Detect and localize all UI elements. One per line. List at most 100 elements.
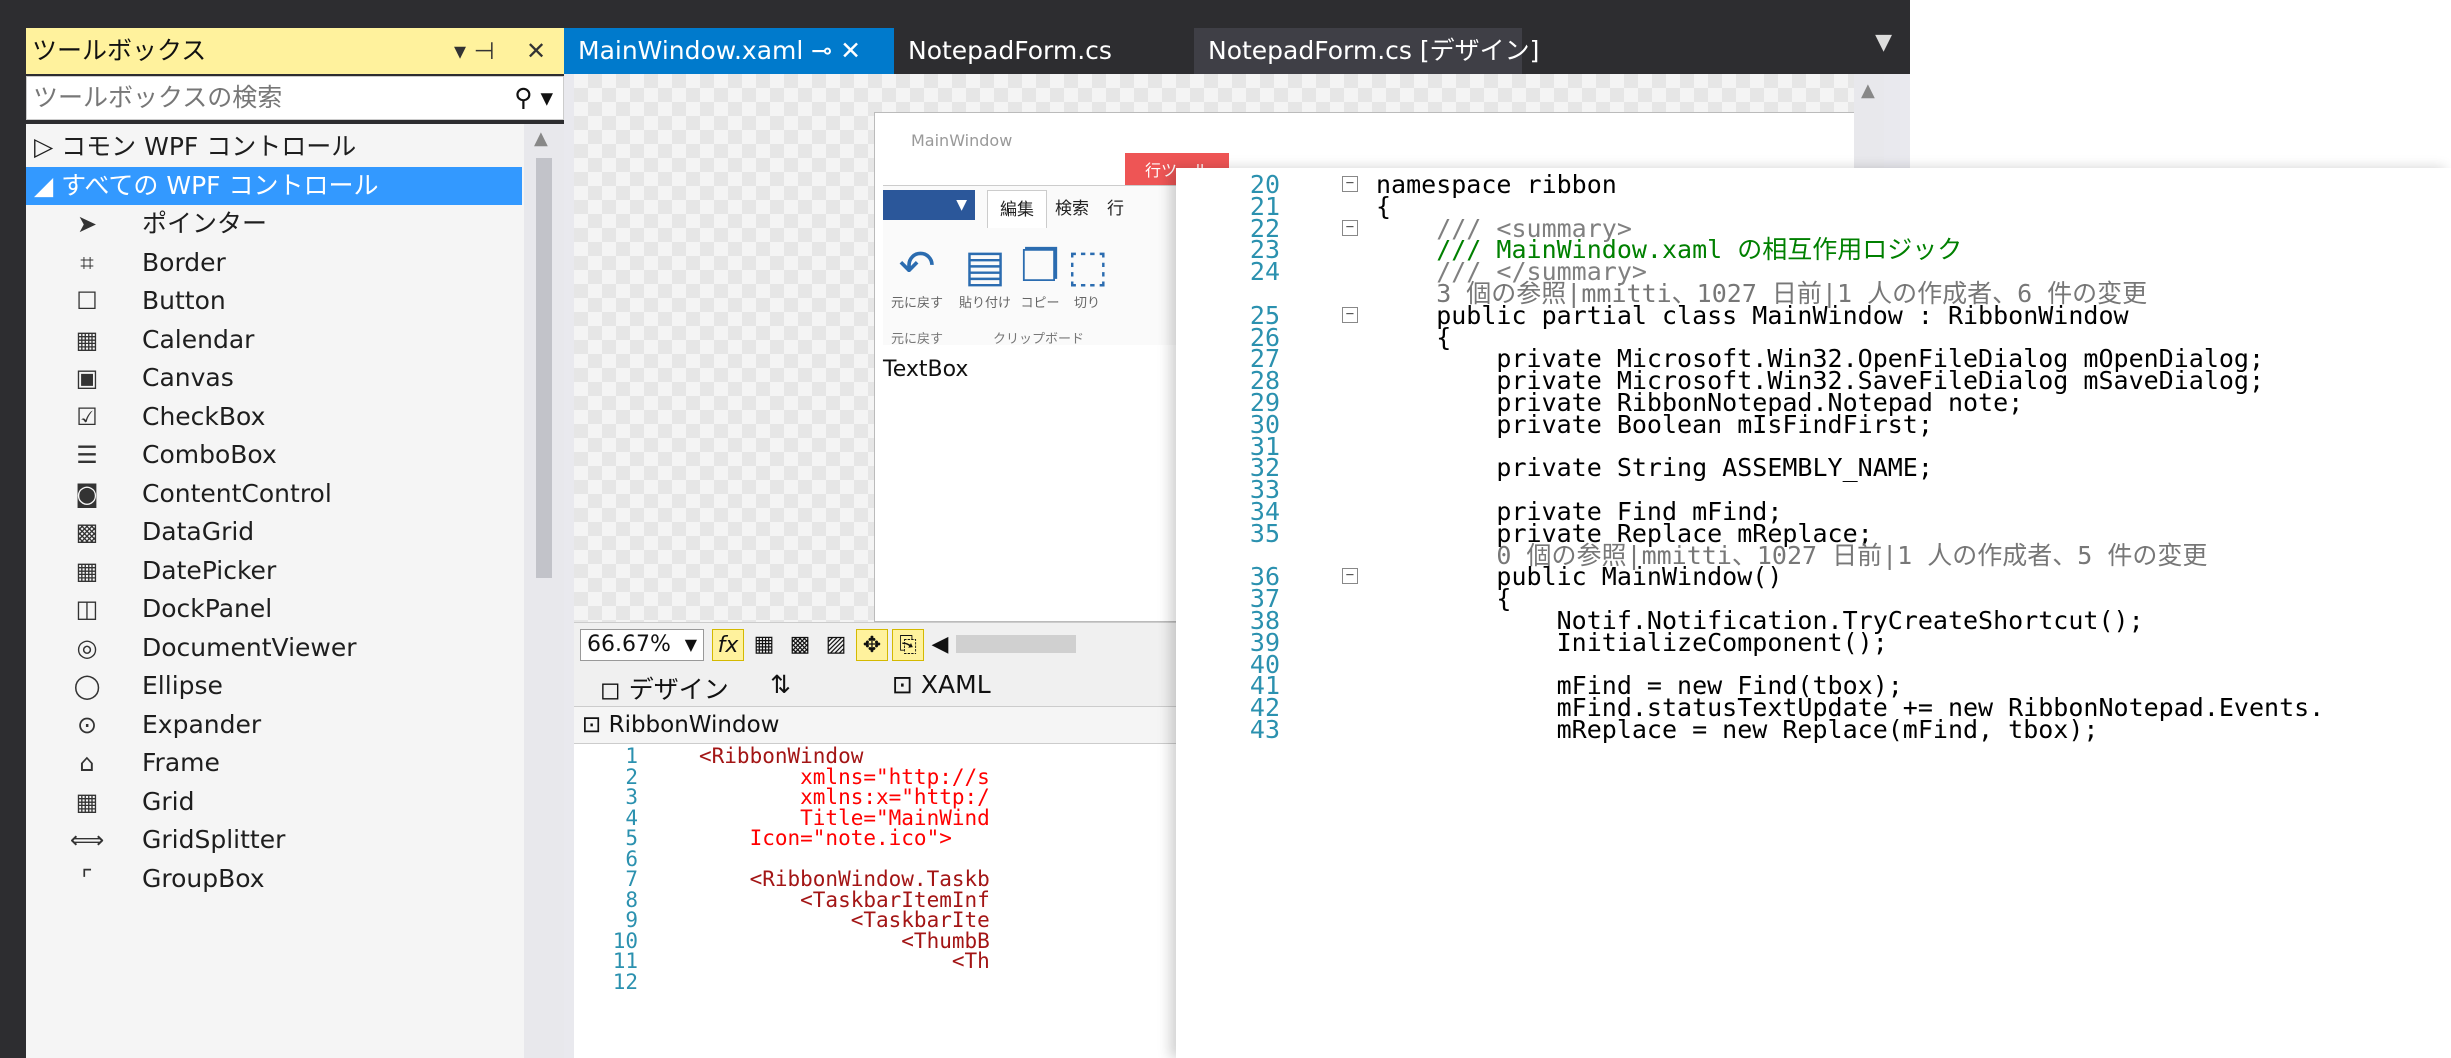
copy-icon: ❐ xyxy=(1020,241,1060,292)
collapse-icon[interactable]: − xyxy=(1342,568,1358,585)
line-number: 43 xyxy=(1249,715,1280,744)
cut-button[interactable]: ⬚ 切り xyxy=(1067,241,1109,312)
line-number: 24 xyxy=(1249,257,1280,287)
code-text: mReplace = new Replace(mFind, tbox); xyxy=(1376,715,2099,744)
toolbox-item-label: ポインター xyxy=(142,209,268,238)
snap-grid-icon[interactable]: ▩ xyxy=(784,629,816,661)
pointer-icon: ➤ xyxy=(76,210,98,238)
tab-notepadform-design[interactable]: NotepadForm.cs [デザイン] xyxy=(1194,28,1539,74)
scroll-left-icon[interactable]: ◀ xyxy=(924,629,956,661)
toolbox-item[interactable]: ⌜ GroupBox xyxy=(26,860,522,898)
paste-button[interactable]: ▤ 貼り付け xyxy=(955,242,1015,312)
horizontal-scrollbar[interactable] xyxy=(956,635,1076,653)
toolbox-item-label: Frame xyxy=(142,748,220,777)
toolbox-item[interactable]: ▩ DataGrid xyxy=(26,513,522,551)
toolbox-item-label: Calendar xyxy=(142,324,255,354)
tab-notepadform-cs[interactable]: NotepadForm.cs xyxy=(894,28,1194,74)
ribbon-tab-edit[interactable]: 編集 xyxy=(987,190,1047,228)
toolbox-item[interactable]: ▦ DatePicker xyxy=(26,552,522,590)
toolbox-item[interactable]: ⟺ GridSplitter xyxy=(26,821,522,859)
toolbox-item[interactable]: ☐ Button xyxy=(26,282,522,320)
scroll-thumb[interactable] xyxy=(536,158,552,578)
window-title: MainWindow xyxy=(911,131,1013,150)
canvas-icon: ▣ xyxy=(75,364,99,392)
collapse-icon[interactable]: − xyxy=(1342,306,1358,323)
textbox-preview[interactable]: TextBox xyxy=(883,357,968,382)
grid-icon[interactable]: ▦ xyxy=(748,629,780,661)
checkbox-icon: ☑ xyxy=(76,402,98,431)
line-number: 3 xyxy=(625,785,638,809)
zoom-select[interactable]: 66.67% ▼ xyxy=(580,629,704,661)
toolbox-item[interactable]: ⌂ Frame xyxy=(26,744,522,782)
toolbox-item[interactable]: ▣ Canvas xyxy=(26,359,522,397)
code-line: 36− public MainWindow() xyxy=(1176,564,2451,589)
toolbox-scrollbar[interactable]: ▲ xyxy=(524,124,564,1058)
toolbox-search-input[interactable]: ツールボックスの検索 ⚲ ▾ xyxy=(26,76,564,120)
xaml-code: xmlns="http://s xyxy=(699,764,990,789)
toolbox-item[interactable]: ▦ Grid xyxy=(26,783,522,821)
toolbox-category[interactable]: ▷ コモン WPF コントロール xyxy=(26,128,522,166)
search-icon[interactable]: ⚲ ▾ xyxy=(514,77,553,119)
toolbox-item[interactable]: ☑ CheckBox xyxy=(26,398,522,436)
cut-icon: ⬚ xyxy=(1067,241,1109,292)
toolbox-item[interactable]: ⊙ Expander xyxy=(26,706,522,744)
pin-icon[interactable]: ▾ ⊣ xyxy=(454,28,495,74)
undo-button[interactable]: ↶ 元に戻す xyxy=(887,242,947,312)
document-tab-bar: MainWindow.xaml ⊸ ✕ NotepadForm.cs Notep… xyxy=(564,0,1910,74)
code-editor-window[interactable]: 20− namespace ribbon 21{22− /// <summary> 2… xyxy=(1176,168,2451,1058)
toolbox-item[interactable]: ☰ ComboBox xyxy=(26,436,522,474)
copy-button[interactable]: ❐ コピー xyxy=(1015,241,1065,312)
line-number: 7 xyxy=(625,867,638,891)
line-number: 2 xyxy=(625,764,638,789)
toolbox-item-label: Ellipse xyxy=(142,671,223,700)
tab-mainwindow-xaml[interactable]: MainWindow.xaml ⊸ ✕ xyxy=(564,28,894,74)
toolbox-item-label: DataGrid xyxy=(142,517,255,546)
line-number: 1 xyxy=(625,744,638,768)
toolbox-item[interactable]: ▦ Calendar xyxy=(26,321,522,359)
toolbox-item[interactable]: ➤ ポインター xyxy=(26,205,522,243)
toolbox-title-bar: ツールボックス ▾ ⊣ ✕ xyxy=(26,28,564,74)
toolbox-list: ▲ ▷ コモン WPF コントロール ◢ すべての WPF コントロール ➤ ポインタ… xyxy=(26,124,564,1058)
toolbox-item[interactable]: ◎ DocumentViewer xyxy=(26,629,522,667)
xaml-code: <ThumbB xyxy=(699,928,990,953)
ribbon-tab-search[interactable]: 検索 xyxy=(1043,190,1101,228)
grid-icon: ▦ xyxy=(75,787,99,816)
toolbox-item-label: DatePicker xyxy=(142,555,277,585)
xaml-code: <TaskbarIte xyxy=(699,908,990,932)
toolbox-category[interactable]: ◢ すべての WPF コントロール xyxy=(26,166,522,205)
project-code-icon[interactable]: ⎘ xyxy=(892,629,924,661)
code-line: 43 mReplace = new Replace(mFind, tbox); xyxy=(1176,715,2451,744)
toolbox-panel: ツールボックス ▾ ⊣ ✕ ツールボックスの検索 ⚲ ▾ ▲ ▷ コモン WPF… xyxy=(0,0,564,1058)
toolbox-item[interactable]: ⌗ Border xyxy=(26,244,522,282)
collapse-icon[interactable]: − xyxy=(1342,176,1358,192)
collapse-icon[interactable]: − xyxy=(1342,219,1358,236)
tab-dropdown-icon[interactable]: ▼ xyxy=(1875,30,1892,55)
swap-panes-icon[interactable]: ⇅ xyxy=(770,670,791,699)
snap-lines-icon[interactable]: ✥ xyxy=(856,629,888,661)
code-text: InitializeComponent(); xyxy=(1376,627,1888,657)
toolbox-item[interactable]: ◙ ContentControl xyxy=(26,475,522,513)
xaml-code: <RibbonWindow.Taskb xyxy=(699,867,990,891)
xaml-code: Icon="note.ico"> xyxy=(699,826,952,850)
toolbox-item[interactable]: ◫ DockPanel xyxy=(26,590,522,628)
code-line: 25− public partial class MainWindow : Ri… xyxy=(1176,303,2451,328)
toolbox-item-label: DocumentViewer xyxy=(142,632,357,662)
toolbox-item-label: Border xyxy=(142,247,226,277)
scroll-up-icon[interactable]: ▲ xyxy=(1861,80,1875,101)
scroll-up-icon[interactable]: ▲ xyxy=(534,128,548,149)
ellipse-icon: ◯ xyxy=(73,672,101,700)
toolbox-item[interactable]: ◯ Ellipse xyxy=(26,667,522,705)
ribbon-tab-row[interactable]: 行 xyxy=(1095,190,1136,228)
toolbox-item-label: CheckBox xyxy=(142,401,266,431)
toolbox-item-label: DockPanel xyxy=(142,594,273,623)
close-icon[interactable]: ✕ xyxy=(526,28,546,74)
tab-design[interactable]: ◻ デザイン xyxy=(600,670,729,706)
app-menu-button[interactable]: ▼ xyxy=(883,190,975,220)
tab-xaml[interactable]: ⊡ XAML xyxy=(892,670,991,699)
line-number: 10 xyxy=(612,928,638,953)
toolbox-item-label: ◢ すべての WPF コントロール xyxy=(34,170,379,200)
artboard-icon[interactable]: ▨ xyxy=(820,629,852,661)
fx-icon[interactable]: fx xyxy=(712,629,744,661)
code-line: 39 InitializeComponent(); xyxy=(1176,627,2451,657)
code-line: 30 private Boolean mIsFindFirst; xyxy=(1176,412,2451,437)
